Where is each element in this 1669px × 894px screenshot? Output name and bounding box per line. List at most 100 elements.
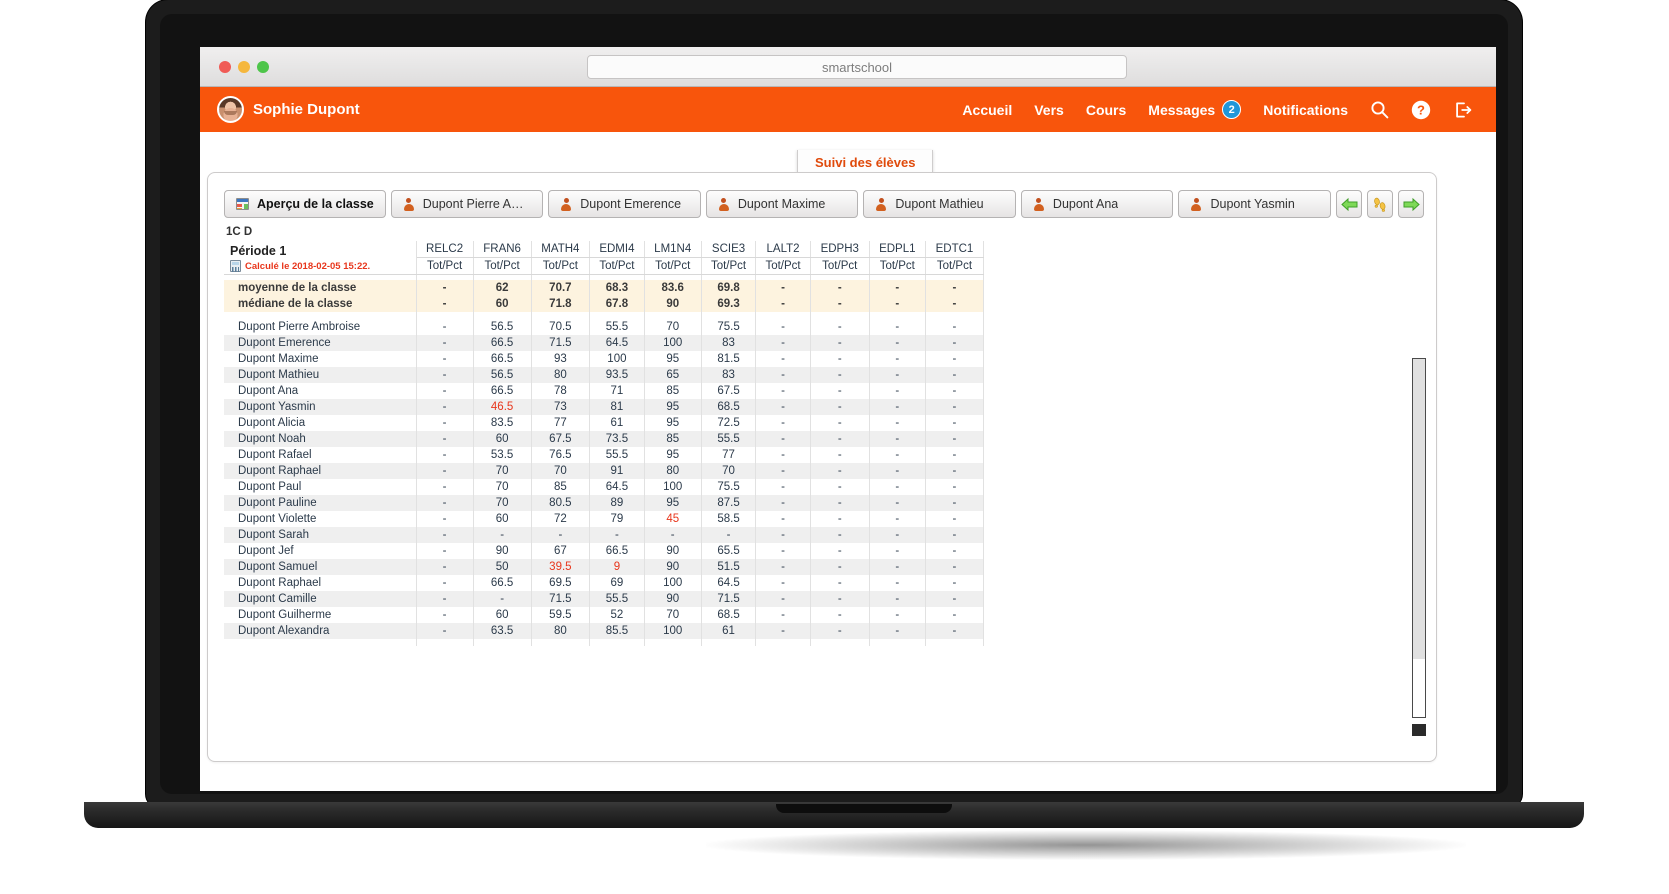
grade-cell[interactable]: - — [869, 494, 926, 511]
grade-cell[interactable]: 72.5 — [701, 414, 757, 431]
grade-cell[interactable]: 95 — [644, 446, 702, 463]
grade-cell[interactable]: - — [925, 462, 985, 479]
grade-cell[interactable]: - — [869, 542, 926, 559]
grade-cell[interactable]: 71 — [589, 382, 645, 399]
grade-cell[interactable]: 100 — [644, 334, 702, 351]
student-name-cell[interactable]: Dupont Samuel — [224, 558, 417, 575]
grade-cell[interactable]: 64.5 — [701, 574, 757, 591]
grade-cell[interactable]: - — [416, 350, 474, 367]
grade-cell[interactable]: 89 — [589, 494, 645, 511]
grade-cell[interactable]: 60 — [473, 430, 532, 447]
grade-cell[interactable]: 70 — [701, 462, 757, 479]
grade-cell[interactable]: 75.5 — [701, 318, 757, 335]
grade-cell[interactable]: - — [755, 462, 811, 479]
grade-cell[interactable]: 93 — [531, 350, 591, 367]
grade-cell[interactable]: - — [925, 350, 985, 367]
grade-cell[interactable]: - — [416, 398, 474, 415]
grade-cell[interactable]: - — [416, 462, 474, 479]
grade-cell[interactable]: 100 — [589, 350, 645, 367]
nav-item-accueil[interactable]: Accueil — [951, 102, 1023, 118]
grade-cell[interactable]: 53.5 — [473, 446, 532, 463]
table-row[interactable]: Dupont Raphael -66.5 69.5 69 100 64.5- - - - — [224, 574, 985, 591]
grade-cell[interactable]: 80 — [531, 366, 591, 383]
grade-cell[interactable]: 100 — [644, 478, 702, 495]
table-row[interactable]: Dupont Rafael -53.5 76.5 55.5 95 77- - - - — [224, 446, 985, 463]
grade-cell[interactable]: 56.5 — [473, 366, 532, 383]
grade-cell[interactable]: - — [416, 574, 474, 591]
grade-cell[interactable]: - — [416, 382, 474, 399]
grade-cell[interactable]: 95 — [644, 350, 702, 367]
grade-cell[interactable]: - — [810, 334, 870, 351]
grade-cell[interactable]: - — [810, 366, 870, 383]
table-row[interactable]: Dupont Jef -90 67 66.5 90 65.5- - - - — [224, 542, 985, 559]
student-name-cell[interactable]: Dupont Maxime — [224, 350, 417, 367]
table-row[interactable]: Dupont Pierre Ambroise -56.5 70.5 55.5 70 75.… — [224, 318, 985, 335]
previous-student-button[interactable] — [1336, 190, 1363, 218]
grade-cell[interactable]: 68.5 — [701, 398, 757, 415]
grade-cell[interactable]: - — [416, 606, 474, 623]
grade-cell[interactable]: - — [755, 382, 811, 399]
student-name-cell[interactable]: Dupont Camille — [224, 590, 417, 607]
grade-cell[interactable]: 55.5 — [589, 446, 645, 463]
grade-cell[interactable]: - — [810, 398, 870, 415]
grade-cell[interactable]: - — [925, 334, 985, 351]
grade-cell[interactable]: 78 — [531, 382, 591, 399]
grade-cell[interactable]: 75.5 — [701, 478, 757, 495]
scrollbar-thumb[interactable] — [1413, 359, 1425, 659]
tab-student-ana[interactable]: Dupont Ana — [1020, 190, 1174, 218]
grade-cell[interactable]: - — [755, 318, 811, 335]
grade-cell[interactable]: - — [416, 430, 474, 447]
grade-cell[interactable]: - — [810, 318, 870, 335]
subject-header-math4[interactable]: MATH4 — [531, 241, 591, 258]
grade-cell[interactable]: 72 — [531, 510, 591, 527]
grade-cell[interactable]: - — [755, 622, 811, 639]
grade-cell[interactable]: - — [869, 622, 926, 639]
scrollbar-end-marker[interactable] — [1412, 724, 1426, 736]
logout-icon[interactable] — [1442, 100, 1484, 120]
grade-cell[interactable]: - — [755, 494, 811, 511]
grade-cell[interactable]: - — [869, 366, 926, 383]
grade-cell[interactable]: 76.5 — [531, 446, 591, 463]
subject-header-lalt2[interactable]: LALT2 — [755, 241, 811, 258]
grade-cell[interactable]: - — [416, 478, 474, 495]
student-name-cell[interactable]: Dupont Sarah — [224, 526, 417, 543]
url-bar[interactable]: smartschool — [587, 55, 1127, 79]
avatar[interactable] — [217, 96, 244, 123]
grade-cell[interactable]: - — [869, 606, 926, 623]
close-window-button[interactable] — [219, 61, 231, 73]
grade-cell[interactable]: 70 — [473, 478, 532, 495]
grade-cell[interactable]: 85.5 — [589, 622, 645, 639]
grade-cell[interactable]: - — [416, 366, 474, 383]
grade-cell[interactable]: - — [925, 526, 985, 543]
grade-cell[interactable]: 63.5 — [473, 622, 532, 639]
grade-cell[interactable]: - — [869, 574, 926, 591]
grade-cell[interactable]: 69.5 — [531, 574, 591, 591]
grade-cell[interactable]: 77 — [531, 414, 591, 431]
grade-cell[interactable]: - — [810, 478, 870, 495]
grade-cell[interactable]: - — [810, 430, 870, 447]
student-name-cell[interactable]: Dupont Noah — [224, 430, 417, 447]
grade-cell[interactable]: - — [925, 382, 985, 399]
minimize-window-button[interactable] — [238, 61, 250, 73]
next-student-button[interactable] — [1398, 190, 1425, 218]
grade-cell[interactable]: - — [869, 382, 926, 399]
grade-cell[interactable]: - — [925, 542, 985, 559]
grade-cell[interactable]: - — [416, 446, 474, 463]
subject-header-fran6[interactable]: FRAN6 — [473, 241, 532, 258]
table-row[interactable]: Dupont Samuel -50 39.5 9 90 51.5- - - - — [224, 558, 985, 575]
tab-student-maxime[interactable]: Dupont Maxime — [705, 190, 859, 218]
grade-cell[interactable]: - — [755, 590, 811, 607]
subject-header-edpl1[interactable]: EDPL1 — [869, 241, 926, 258]
grade-cell[interactable]: - — [755, 558, 811, 575]
grade-cell[interactable]: - — [810, 414, 870, 431]
grade-cell[interactable]: 46.5 — [473, 398, 532, 415]
grade-cell[interactable]: - — [925, 414, 985, 431]
grade-cell[interactable]: - — [869, 446, 926, 463]
grade-cell[interactable]: - — [810, 622, 870, 639]
grade-cell[interactable]: - — [416, 590, 474, 607]
grade-cell[interactable]: 83 — [701, 366, 757, 383]
grade-cell[interactable]: 58.5 — [701, 510, 757, 527]
grade-cell[interactable]: 61 — [701, 622, 757, 639]
student-name-cell[interactable]: Dupont Raphael — [224, 574, 417, 591]
table-row[interactable]: Dupont Emerence -66.5 71.5 64.5 100 83- - - - — [224, 334, 985, 351]
